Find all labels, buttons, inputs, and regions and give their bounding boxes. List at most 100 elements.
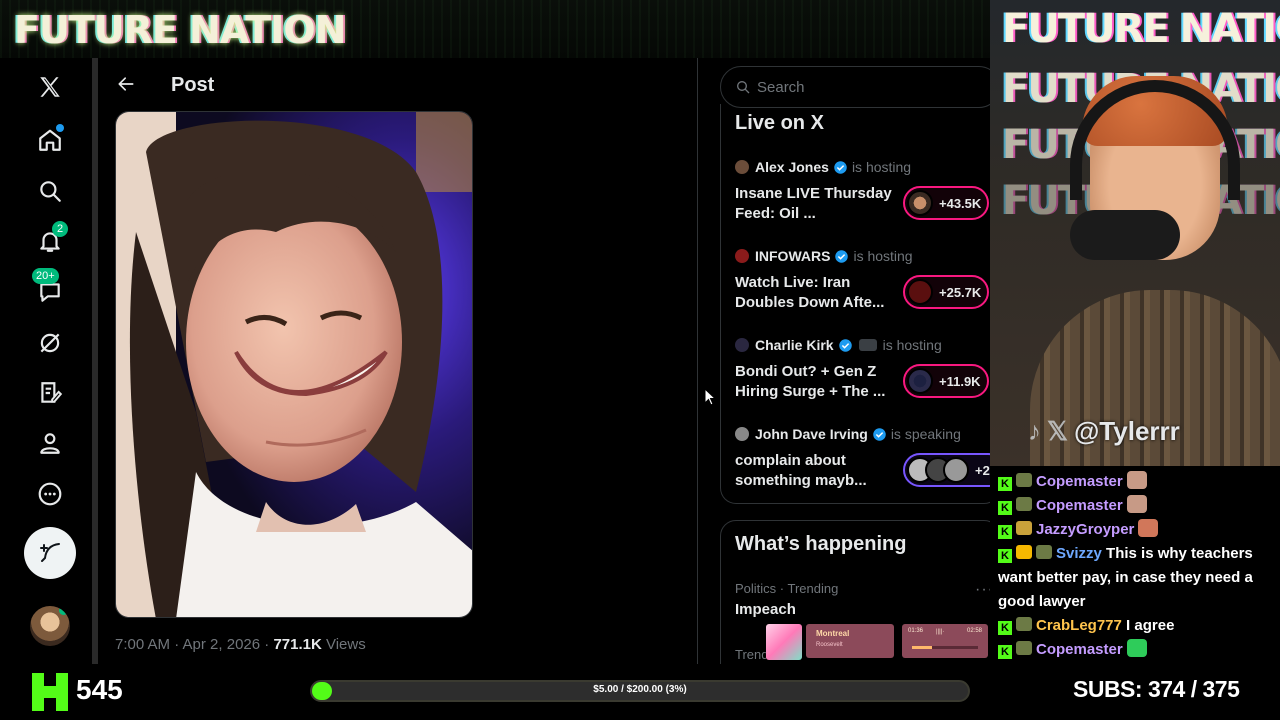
tiktok-icon: ♪: [1028, 415, 1041, 446]
live-section-title: Live on X: [735, 112, 824, 134]
backdrop-text: FUTURE NATION: [1002, 6, 1280, 52]
home-unread-dot: [56, 124, 64, 132]
listeners-pill[interactable]: +43.5K: [903, 186, 990, 220]
sub-badge-icon: [1016, 617, 1032, 631]
live-space[interactable]: John Dave Irving is speaking complain ab…: [735, 425, 990, 505]
chat-message: K CrabLeg777 I agree: [998, 614, 1280, 638]
track-progress: 01:36 02:58 ||||·: [902, 624, 988, 658]
kick-badge-icon: K: [998, 549, 1012, 563]
right-sidebar: Live on X Alex Jones is hosting Insane L…: [698, 58, 990, 664]
listeners-pill[interactable]: +11.9K: [903, 364, 989, 398]
donation-goal-bar: $5.00 / $200.00 (3%): [310, 680, 970, 702]
chat-username[interactable]: Svizzy: [1056, 545, 1102, 562]
track-info: Montreal Roosevelt: [806, 624, 894, 658]
kick-badge-icon: K: [998, 525, 1012, 539]
chat-username[interactable]: CrabLeg777: [1036, 617, 1122, 634]
views-count: 771.1K: [273, 636, 322, 653]
subs-value: 374 / 375: [1147, 676, 1240, 702]
post-timestamp: 7:00 AM · Apr 2, 2026 ·: [115, 636, 274, 653]
chat-message: K Copemaster: [998, 494, 1280, 518]
kick-badge-icon: K: [998, 501, 1012, 515]
notifications-icon[interactable]: 2: [24, 219, 76, 263]
account-avatar[interactable]: [30, 606, 70, 646]
grok-icon[interactable]: [24, 321, 76, 365]
notifications-badge: 2: [52, 221, 68, 237]
search-icon: [737, 81, 750, 94]
home-icon[interactable]: [24, 118, 76, 162]
side-nav: 2 20+: [0, 58, 98, 664]
host-name: Alex Jones: [755, 159, 829, 175]
host-status: is hosting: [853, 248, 913, 264]
sub-badge-icon: [1016, 641, 1032, 655]
chat-username[interactable]: Copemaster: [1036, 497, 1123, 514]
post-column: Post 7:00 AM · Apr 2, 2026 · 771.1K View…: [98, 58, 716, 664]
affiliate-tag-icon: [858, 339, 877, 351]
chat-message: K JazzyGroyper: [998, 518, 1280, 542]
verified-badge-icon: [834, 160, 847, 174]
post-header: Post: [98, 58, 698, 111]
space-host-row: Alex Jones is hosting: [735, 158, 911, 176]
live-space[interactable]: INFOWARS is hosting Watch Live: Iran Dou…: [735, 247, 990, 327]
trend-category: Trend: [735, 647, 769, 662]
host-name: INFOWARS: [755, 248, 831, 264]
goal-label: $5.00 / $200.00 (3%): [593, 684, 687, 695]
overlay-header: FUTURE NATION: [0, 0, 990, 58]
chat-username[interactable]: Copemaster: [1036, 641, 1123, 658]
portrait-photo: [116, 112, 472, 617]
listener-count: +11.9K: [939, 373, 981, 389]
search-input[interactable]: [757, 78, 957, 96]
crown-badge-icon: [1016, 545, 1032, 559]
emote-icon: [1126, 639, 1147, 657]
sub-badge-icon: [1016, 497, 1032, 511]
messages-icon[interactable]: 20+: [24, 268, 76, 314]
track-artist: Roosevelt: [816, 642, 843, 648]
chat-username[interactable]: JazzyGroyper: [1036, 521, 1134, 538]
views-label: Views: [321, 636, 366, 653]
listener-avatar: [907, 368, 933, 394]
listeners-pill[interactable]: +20: [903, 453, 990, 487]
host-avatar: [735, 249, 749, 263]
post-metadata: 7:00 AM · Apr 2, 2026 · 771.1K Views: [115, 636, 366, 653]
live-space[interactable]: Charlie Kirk is hosting Bondi Out? + Gen…: [735, 336, 990, 416]
chat-message: K Copemaster: [998, 470, 1280, 494]
verified-badge-icon: [835, 249, 849, 263]
track-duration: 02:58: [966, 628, 982, 634]
brand-logo: FUTURE NATION: [14, 8, 346, 52]
page-title: Post: [171, 74, 215, 96]
back-arrow-icon[interactable]: [112, 70, 140, 98]
search-icon[interactable]: [24, 169, 76, 213]
space-host-row: Charlie Kirk is hosting: [735, 336, 942, 354]
space-title: Watch Live: Iran Doubles Down Afte...: [735, 274, 885, 311]
host-name: John Dave Irving: [755, 426, 868, 442]
sub-badge-icon: [1016, 521, 1032, 535]
sub-badge-icon: [1036, 545, 1052, 559]
more-icon[interactable]: [24, 472, 76, 516]
space-host-row: John Dave Irving is speaking: [735, 425, 961, 443]
x-logo-icon: 𝕏: [1047, 415, 1068, 446]
webcam-feed: FUTURE NATION FUTURE NATION FUTURE NATIO…: [990, 0, 1280, 466]
x-logo-icon[interactable]: [24, 65, 76, 109]
subs-label: SUBS:: [1073, 676, 1143, 702]
profile-icon[interactable]: [24, 421, 76, 465]
track-title: Montreal: [816, 629, 850, 638]
stream-chat: K Copemaster K Copemaster K JazzyGroyper K S…: [990, 466, 1280, 664]
kick-badge-icon: K: [998, 477, 1012, 491]
more-options-icon[interactable]: ···: [975, 581, 990, 599]
compose-post-button[interactable]: [24, 527, 76, 579]
live-space[interactable]: Alex Jones is hosting Insane LIVE Thursd…: [735, 158, 990, 238]
stream-status-bar: 545 $5.00 / $200.00 (3%) SUBS: 374 / 375: [0, 664, 1280, 720]
verified-badge-icon: [838, 338, 852, 352]
chat-username[interactable]: Copemaster: [1036, 473, 1123, 490]
search-box[interactable]: [720, 66, 990, 108]
emote-icon: [1126, 471, 1147, 489]
host-status: is speaking: [890, 426, 961, 442]
listeners-pill[interactable]: +25.7K: [903, 275, 990, 309]
host-avatar: [735, 160, 749, 174]
album-art: [766, 624, 802, 660]
trend-category: Politics · Trending: [735, 581, 839, 596]
trend-name[interactable]: Impeach: [735, 601, 796, 618]
now-playing-widget: Montreal Roosevelt 01:36 02:58 ||||·: [766, 622, 990, 660]
post-photo[interactable]: [115, 111, 473, 618]
lists-icon[interactable]: [24, 371, 76, 415]
subs-counter: SUBS: 374 / 375: [1073, 676, 1240, 703]
